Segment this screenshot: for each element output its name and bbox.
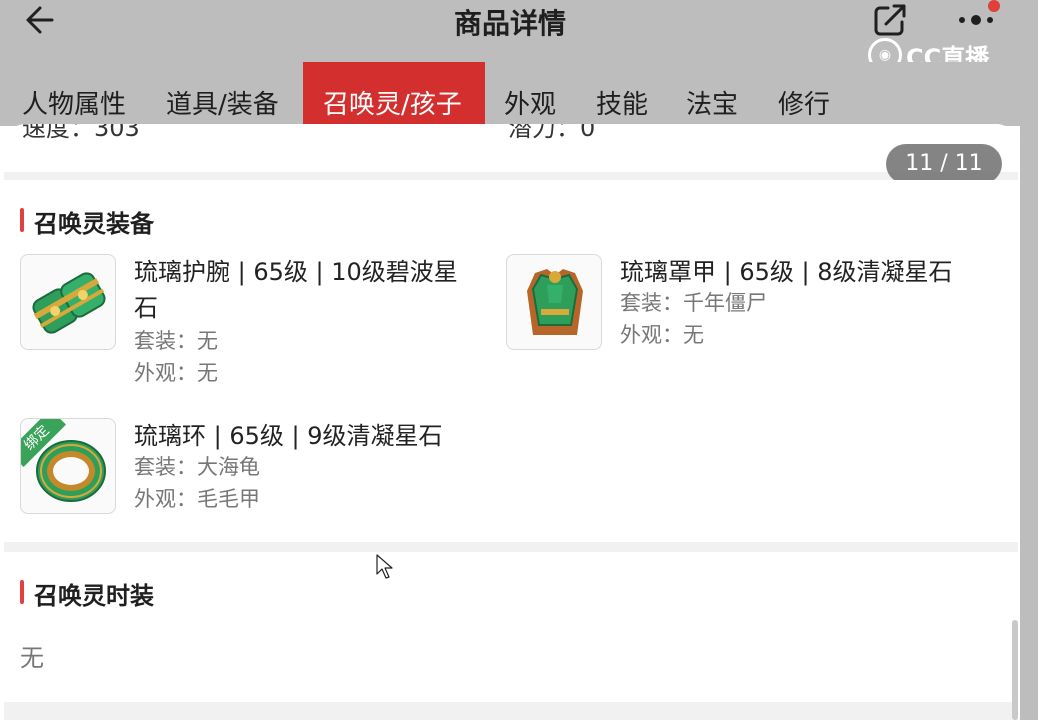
tab-summon-children[interactable]: 召唤灵/孩子: [303, 62, 485, 126]
tab-cultivation[interactable]: 修行: [778, 62, 830, 126]
category-tabs: 人物属性 道具/装备 召唤灵/孩子 外观 技能 法宝 修行: [0, 62, 1020, 126]
item-name: 琉璃罩甲 | 65级 | 8级清凝星石: [620, 258, 953, 286]
ring-icon: 绑定: [20, 418, 116, 514]
potential-value: 潜力：0: [508, 124, 596, 142]
item-name: 琉璃护腕 | 65级 | 10级碧波星 石: [134, 254, 458, 326]
summon-fashion-card: 召唤灵时装 无: [4, 552, 1018, 702]
tab-skills[interactable]: 技能: [596, 62, 648, 126]
page-indicator: 11 / 11: [886, 144, 1002, 184]
page-title: 商品详情: [453, 7, 566, 40]
item-name-line-2: 石: [134, 294, 158, 322]
detail-panel: 速度：303 潜力：0 11 / 11 召唤灵装备 琉璃护腕 | 65级 | 1…: [4, 124, 1018, 720]
item-set: 套装：千年僵尸: [620, 291, 767, 315]
section-title-fashion: 召唤灵时装: [20, 576, 154, 611]
armor-icon: [506, 254, 602, 350]
item-name: 琉璃环 | 65级 | 9级清凝星石: [134, 422, 443, 450]
item-look: 外观：毛毛甲: [134, 487, 260, 511]
item-look: 外观：无: [620, 323, 704, 347]
tab-character-attributes[interactable]: 人物属性: [22, 62, 126, 126]
fashion-value: 无: [20, 644, 44, 672]
top-bar: 商品详情 ◉ CC直播: [0, 0, 1020, 72]
tab-treasure[interactable]: 法宝: [686, 62, 738, 126]
notification-dot: [988, 0, 1000, 12]
share-icon[interactable]: [872, 2, 908, 38]
item-look: 外观：无: [134, 361, 218, 385]
scrollbar-thumb[interactable]: [1012, 620, 1018, 720]
bracer-icon: [20, 254, 116, 350]
item-set: 套装：大海龟: [134, 455, 260, 479]
previous-attributes-row: 速度：303 潜力：0: [4, 124, 1018, 172]
app-screen: 商品详情 ◉ CC直播 人物属性 道具/装备 召唤灵/孩子 外观 技能 法宝 修…: [0, 0, 1038, 720]
equipment-item[interactable]: 琉璃罩甲 | 65级 | 8级清凝星石 套装：千年僵尸 外观：无: [506, 254, 996, 364]
speed-value: 速度：303: [22, 124, 140, 142]
mouse-cursor-icon: [376, 554, 394, 580]
tab-items-equipment[interactable]: 道具/装备: [166, 62, 279, 126]
summon-equipment-card: 召唤灵装备 琉璃护腕 | 65级 | 10级碧波星 石 套装：无 外观：无 琉璃…: [4, 180, 1018, 542]
item-set: 套装：无: [134, 329, 218, 353]
item-name-line-1: 琉璃护腕 | 65级 | 10级碧波星: [134, 258, 458, 286]
scroll-track: [1020, 0, 1038, 720]
section-title-equipment: 召唤灵装备: [20, 204, 154, 239]
tab-appearance[interactable]: 外观: [504, 62, 556, 126]
equipment-item[interactable]: 绑定 琉璃环 | 65级 | 9级清凝星石 套装：大海龟 外观：毛毛甲: [20, 418, 490, 518]
equipment-item[interactable]: 琉璃护腕 | 65级 | 10级碧波星 石 套装：无 外观：无: [20, 254, 490, 394]
